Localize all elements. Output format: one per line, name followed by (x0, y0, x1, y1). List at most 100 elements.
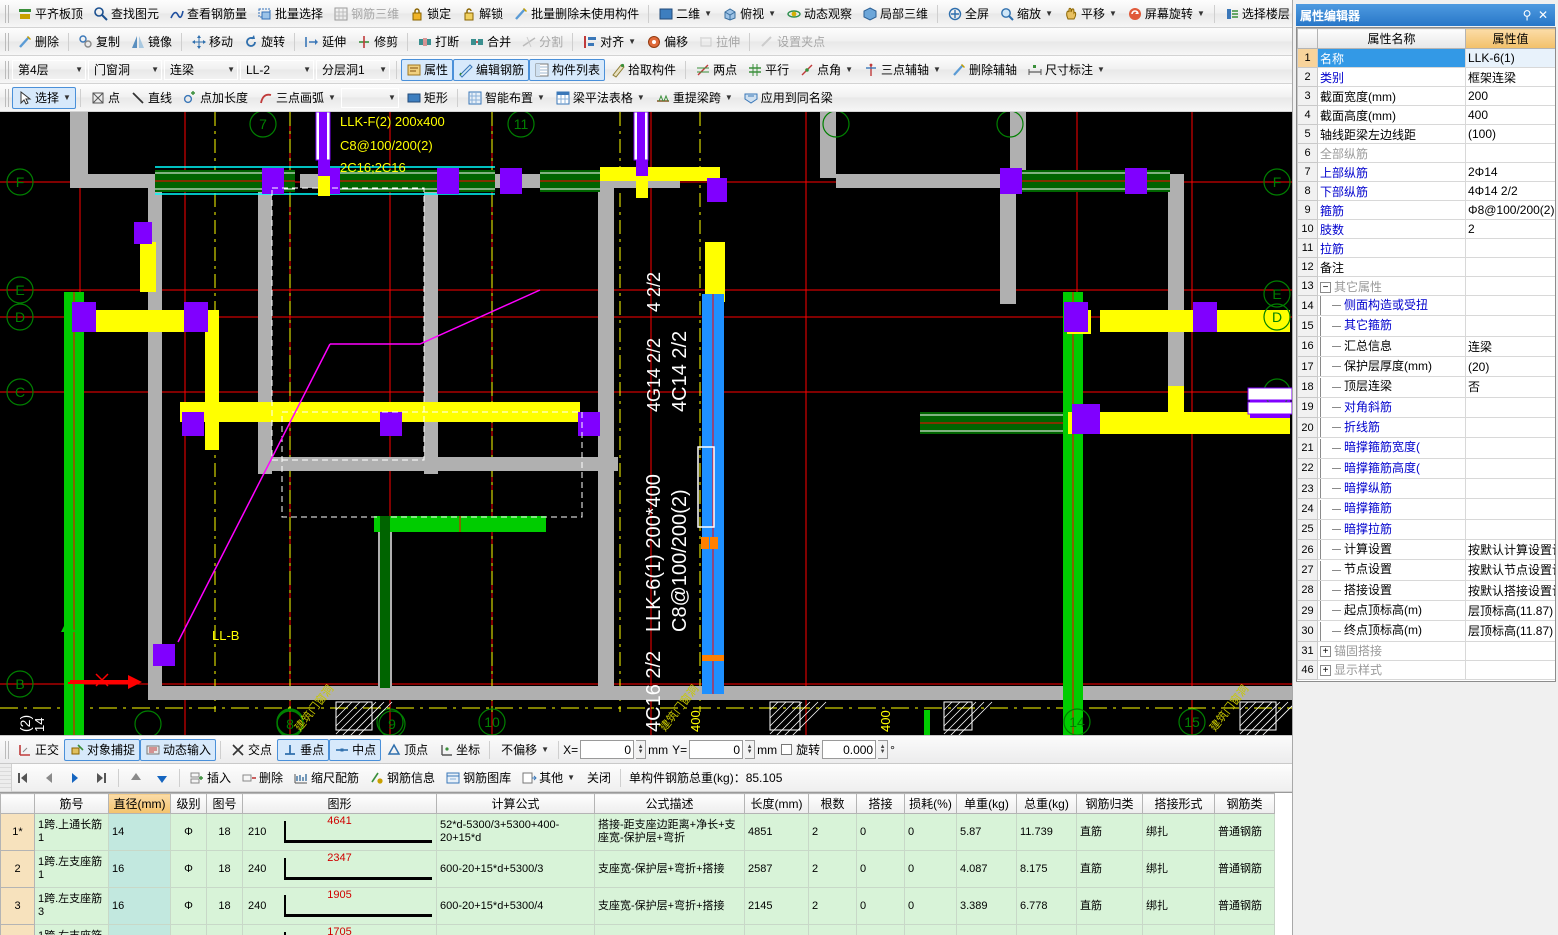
cell-shape-diagram[interactable]: 2101705 (242, 924, 437, 935)
column-header-formula[interactable]: 计算公式 (436, 793, 595, 814)
cell-shapeno[interactable]: 18 (206, 813, 243, 851)
view-rebar-qty-button[interactable]: 查看钢筋量 (164, 3, 252, 25)
cell-totw[interactable]: 11.739 (1016, 813, 1077, 851)
three-point-axis-button[interactable]: 三点辅轴 ▼ (858, 59, 946, 81)
cell-cls[interactable]: 直筋 (1076, 924, 1143, 935)
scale-rebar-button[interactable]: 缩尺配筋 (288, 767, 364, 789)
column-header-unitw[interactable]: 单重(kg) (956, 793, 1017, 814)
property-row[interactable]: 11 拉筋 (1297, 238, 1555, 258)
unlock-button[interactable]: 解锁 (456, 3, 508, 25)
property-row[interactable]: 30 终点顶标高(m) 层顶标高(11.87) (1297, 620, 1555, 642)
row-number[interactable]: 2 (0, 850, 35, 888)
table-row[interactable]: 1* 1跨.上通长筋1 14 Φ 18 210 4641 52*d-5300/3+5300+4… (0, 813, 1275, 851)
cell-rtype[interactable]: 普通钢筋 (1214, 813, 1275, 851)
component-list-button[interactable]: 构件列表 (529, 58, 606, 81)
pin-icon[interactable]: ⚲ (1519, 7, 1535, 23)
shape-style-combo[interactable]: ▼ (340, 87, 399, 108)
select-arrow-button[interactable]: 选择 ▼ (12, 86, 76, 109)
table-row[interactable]: 2 1跨.左支座筋1 16 Φ 18 240 2347 600-20+15*d+5300/3 支… (0, 850, 1275, 888)
object-snap-toggle[interactable]: 对象捕捉 (64, 738, 141, 761)
property-name-cell[interactable]: 拉筋 (1317, 238, 1466, 258)
cell-lapform[interactable]: 绑扎 (1142, 813, 1215, 851)
cell-name[interactable]: 1跨.上通长筋1 (34, 813, 109, 851)
property-row[interactable]: 21 暗撑箍筋宽度( (1297, 437, 1555, 459)
column-header-rtype[interactable]: 钢筋类 (1214, 793, 1275, 814)
cell-diameter[interactable]: 16 (108, 887, 171, 925)
cell-lapform[interactable]: 绑扎 (1142, 924, 1215, 935)
cell-lapform[interactable]: 绑扎 (1142, 850, 1215, 888)
property-name-cell[interactable]: 对角斜筋 (1317, 396, 1466, 418)
cell-unitw[interactable]: 3.389 (956, 887, 1017, 925)
three-point-arc-button[interactable]: 三点画弧 ▼ (253, 87, 341, 109)
cell-loss[interactable]: 0 (904, 850, 957, 888)
cell-diameter[interactable]: 16 (108, 850, 171, 888)
toolbar-drag-handle[interactable] (5, 32, 9, 51)
chevron-down-icon[interactable]: ▼ (541, 745, 549, 754)
chevron-down-icon[interactable]: ▼ (637, 93, 645, 102)
line-button[interactable]: 直线 (125, 87, 177, 109)
cell-shapeno[interactable]: 18 (206, 924, 243, 935)
property-value-cell[interactable]: 400 (1465, 105, 1555, 125)
cell-unitw[interactable]: 2.317 (956, 924, 1017, 935)
chevron-down-icon[interactable]: ▼ (1109, 9, 1117, 18)
property-row[interactable]: 31 + 锚固搭接 (1297, 640, 1555, 661)
cell-rtype[interactable]: 普通钢筋 (1214, 887, 1275, 925)
chevron-down-icon[interactable]: ▼ (845, 65, 853, 74)
chevron-down-icon[interactable]: ▼ (933, 65, 941, 74)
dynamic-input-toggle[interactable]: 动态输入 (140, 738, 217, 761)
close-button[interactable]: 关闭 (580, 767, 616, 789)
property-row[interactable]: 16 汇总信息 连梁 (1297, 335, 1555, 357)
chevron-down-icon[interactable]: ▼ (303, 65, 311, 74)
two-d-button[interactable]: 二维 ▼ (653, 3, 717, 25)
offset-mode-combo[interactable]: 不偏移 ▼ (494, 739, 554, 761)
property-row[interactable]: 23 暗撑纵筋 (1297, 477, 1555, 500)
property-row[interactable]: 3 截面宽度(mm) 200 (1297, 86, 1555, 106)
cell-desc[interactable]: 搭接+支座宽-保护层+弯折 (594, 924, 745, 935)
chevron-down-icon[interactable]: ▼ (704, 9, 712, 18)
property-value-cell[interactable]: 200 (1465, 86, 1555, 106)
rotate-button[interactable]: 旋转 (238, 31, 290, 53)
screen-rotate-button[interactable]: 屏幕旋转 ▼ (1122, 3, 1210, 25)
cell-grade[interactable]: Φ (170, 924, 207, 935)
property-row[interactable]: 25 暗撑拉筋 (1297, 518, 1555, 540)
property-name-cell[interactable]: 暗撑箍筋宽度( (1317, 437, 1466, 459)
property-value-cell[interactable]: 4Φ14 2/2 (1465, 181, 1555, 201)
point-button[interactable]: 点 (85, 87, 125, 109)
cell-lap[interactable]: 0 (856, 850, 905, 888)
mirror-button[interactable]: 镜像 (125, 31, 177, 53)
chevron-down-icon[interactable]: ▼ (328, 93, 336, 102)
property-value-cell[interactable]: (20) (1465, 355, 1555, 378)
property-value-cell[interactable]: (100) (1465, 124, 1555, 144)
property-value-cell[interactable]: 否 (1465, 376, 1555, 398)
component-type-select[interactable]: 连梁 ▼ (164, 59, 238, 80)
column-header-loss[interactable]: 损耗(%) (904, 793, 957, 814)
local-3d-button[interactable]: 局部三维 (857, 3, 933, 25)
property-value-cell[interactable]: 连梁 (1465, 335, 1555, 357)
property-name-cell[interactable]: + 锚固搭接 (1317, 640, 1466, 661)
prev-record-button[interactable] (36, 767, 62, 789)
layer-hole-select[interactable]: 分层洞1 ▼ (316, 59, 390, 80)
column-header-shape[interactable]: 图形 (242, 793, 437, 814)
cell-diameter[interactable]: 14 (108, 924, 171, 935)
property-value-cell[interactable]: 按默认计算设置计算 (1465, 538, 1555, 561)
perpendicular-snap-toggle[interactable]: 垂点 (277, 738, 330, 761)
property-value-cell[interactable]: 框架连梁 (1465, 67, 1555, 87)
break-button[interactable]: 打断 (412, 31, 464, 53)
coordinate-toggle[interactable]: 坐标 (433, 739, 485, 761)
property-value-cell[interactable] (1465, 416, 1555, 439)
beam-table-button[interactable]: 梁平法表格 ▼ (550, 87, 650, 109)
property-value-cell[interactable]: 按默认搭接设置计算 (1465, 579, 1555, 601)
property-value-cell[interactable]: 层顶标高(11.87) (1465, 599, 1555, 622)
rebar-detail-grid[interactable]: 筋号 直径(mm) 级别 图号 图形 计算公式 公式描述 长度(mm) 根数 搭接 损耗(%) 单重(… (0, 792, 1292, 935)
delete-aux-axis-button[interactable]: 删除辅轴 (946, 59, 1022, 81)
property-value-cell[interactable] (1465, 315, 1555, 337)
property-name-cell[interactable]: 上部纵筋 (1317, 162, 1466, 182)
category-select[interactable]: 门窗洞 ▼ (88, 59, 162, 80)
property-name-cell[interactable]: 暗撑拉筋 (1317, 518, 1466, 540)
orbit-button[interactable]: 动态观察 (781, 3, 857, 25)
property-value-cell[interactable] (1465, 640, 1555, 661)
property-value-cell[interactable] (1465, 276, 1555, 296)
property-value-cell[interactable]: 层顶标高(11.87) (1465, 620, 1555, 642)
property-row[interactable]: 22 暗撑箍筋高度( (1297, 457, 1555, 479)
property-row[interactable]: 19 对角斜筋 (1297, 396, 1555, 418)
